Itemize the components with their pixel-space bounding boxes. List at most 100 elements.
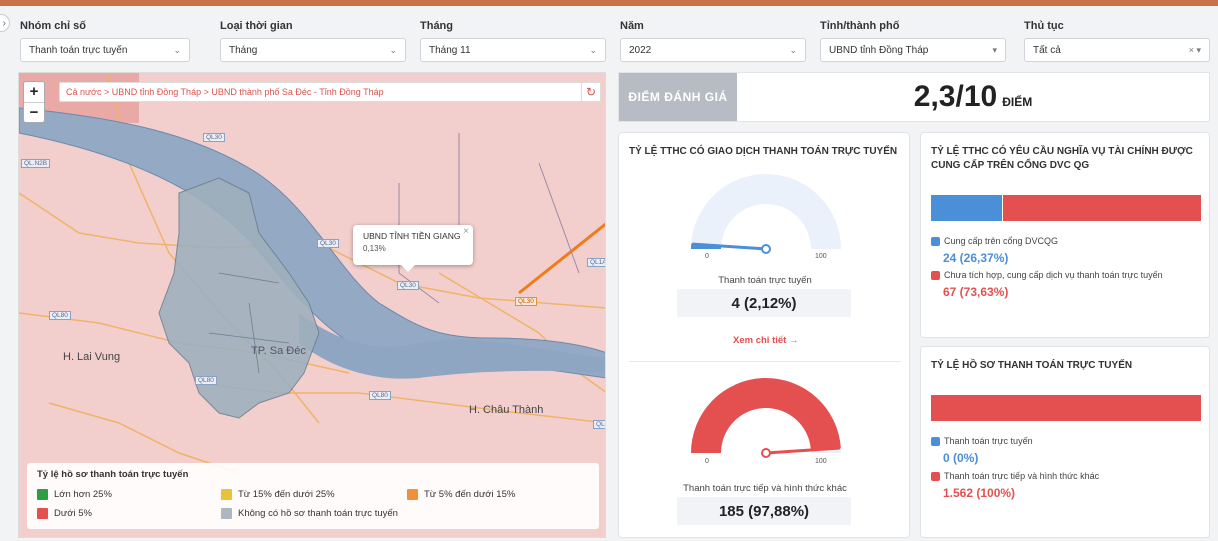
gauge-max-label: 100 <box>815 253 827 260</box>
view-details-link[interactable]: Xem chi tiết → <box>733 335 798 346</box>
legend-item: Dưới 5% <box>37 508 92 519</box>
road-label: QL80 <box>195 376 217 385</box>
score-label: ĐIỂM ĐÁNH GIÁ <box>619 73 737 121</box>
popup-title: UBND TỈNH TIỀN GIANG <box>363 231 461 241</box>
province-select[interactable]: UBND tỉnh Đồng Tháp ▾ <box>820 38 1006 62</box>
filter-label: Thủ tục <box>1024 20 1064 32</box>
refresh-icon[interactable]: ↻ <box>581 82 601 102</box>
legend-swatch <box>931 471 940 481</box>
offline-gauge <box>691 377 841 458</box>
card-title: TỶ LỆ HỒ SƠ THANH TOÁN TRỰC TUYẾN <box>931 360 1133 371</box>
card-title: TỶ LỆ TTHC CÓ GIAO DỊCH THANH TOÁN TRỰC … <box>629 146 898 157</box>
filter-month: Tháng Tháng 11 ⌄ <box>420 20 606 62</box>
legend-swatch <box>221 489 232 500</box>
legend-label: Dưới 5% <box>54 508 92 519</box>
legend-label: Không có hồ sơ thanh toán trực tuyến <box>238 508 398 519</box>
year-select[interactable]: 2022 ⌄ <box>620 38 806 62</box>
zoom-in-button[interactable]: + <box>24 82 44 102</box>
road-label: QL30 <box>397 281 419 290</box>
gauge-value: 185 (97,88%) <box>677 497 851 525</box>
stacked-bar <box>931 195 1201 221</box>
legend-item: Cung cấp trên cổng DVCQG <box>931 236 1058 246</box>
top-accent-bar <box>0 0 1218 6</box>
select-value: Tháng 11 <box>429 44 471 56</box>
chevron-down-icon: ▾ <box>992 44 997 55</box>
legend-swatch <box>931 270 940 280</box>
legend-label: Cung cấp trên cổng DVCQG <box>944 236 1059 246</box>
road-label: QL.N2B <box>21 159 51 168</box>
legend-title: Tỷ lệ hồ sơ thanh toán trực tuyến <box>37 469 189 480</box>
road-label: QL1A <box>587 258 605 267</box>
score-value-box: 2,3/10 ĐIỂM <box>737 73 1209 121</box>
time-type-select[interactable]: Tháng ⌄ <box>220 38 406 62</box>
filter-indicator-group: Nhóm chỉ số Thanh toán trực tuyến ⌄ <box>20 20 190 62</box>
legend-value: 67 (73,63%) <box>943 285 1009 299</box>
score-value: 2,3/10 <box>913 80 998 113</box>
chevron-down-icon: ⌄ <box>173 44 181 55</box>
select-value: 2022 <box>629 44 652 56</box>
road-label: QL54 <box>593 420 605 429</box>
legend-swatch <box>931 236 940 246</box>
chevron-down-icon: ⌄ <box>389 44 397 55</box>
map-breadcrumb[interactable]: Cả nước > UBND tỉnh Đồng Tháp > UBND thà… <box>59 82 593 102</box>
procedure-select[interactable]: Tất cả × ▾ <box>1024 38 1210 62</box>
bar-segment-not-integrated <box>1002 195 1201 221</box>
legend-label: Lớn hơn 25% <box>54 489 112 500</box>
legend-swatch <box>37 489 48 500</box>
score-banner: ĐIỂM ĐÁNH GIÁ 2,3/10 ĐIỂM <box>618 72 1210 122</box>
place-label-sa-dec: TP. Sa Đéc <box>251 345 306 357</box>
gauge-label: Thanh toán trực tiếp và hình thức khác <box>683 483 847 494</box>
gauge-label: Thanh toán trực tuyến <box>718 275 812 286</box>
filter-label: Tháng <box>420 20 453 32</box>
popup-close-icon[interactable]: × <box>463 226 469 237</box>
filter-bar: Nhóm chỉ số Thanh toán trực tuyến ⌄ Loại … <box>20 20 1210 62</box>
zoom-control: + − <box>23 81 45 123</box>
online-transaction-card: TỶ LỆ TTHC CÓ GIAO DỊCH THANH TOÁN TRỰC … <box>618 132 910 538</box>
legend-value: 24 (26,37%) <box>943 251 1009 265</box>
legend-item: Thanh toán trực tiếp và hình thức khác <box>931 471 1099 481</box>
indicator-group-select[interactable]: Thanh toán trực tuyến ⌄ <box>20 38 190 62</box>
legend-item: Từ 5% đến dưới 15% <box>407 489 515 500</box>
dossier-online-card: TỶ LỆ HỒ SƠ THANH TOÁN TRỰC TUYẾN Thanh … <box>920 346 1210 538</box>
legend-swatch <box>221 508 232 519</box>
gauge-min-label: 0 <box>705 253 709 260</box>
filter-label: Nhóm chỉ số <box>20 20 87 32</box>
popup-value: 0,13% <box>363 244 386 253</box>
legend-label: Từ 15% đến dưới 25% <box>238 489 335 500</box>
online-gauge <box>691 174 841 254</box>
month-select[interactable]: Tháng 11 ⌄ <box>420 38 606 62</box>
finance-obligation-card: TỶ LỆ TTHC CÓ YÊU CẦU NGHĨA VỤ TÀI CHÍNH… <box>920 132 1210 338</box>
gauge-max-label: 100 <box>815 458 827 465</box>
map-panel[interactable]: + − Cả nước > UBND tỉnh Đồng Tháp > UBND… <box>18 72 606 538</box>
road-label: QL80 <box>369 391 391 400</box>
filter-label: Tỉnh/thành phố <box>820 20 900 32</box>
legend-swatch <box>931 436 940 446</box>
legend-label: Thanh toán trực tiếp và hình thức khác <box>944 471 1100 481</box>
select-value: UBND tỉnh Đồng Tháp <box>829 44 929 56</box>
place-label-lai-vung: H. Lai Vung <box>63 351 121 363</box>
sidebar-toggle-icon[interactable]: › <box>0 14 10 32</box>
bar-segment-portal <box>931 195 1002 221</box>
gauge-hub <box>761 448 771 458</box>
legend-item: Chưa tích hợp, cung cấp dịch vụ thanh to… <box>931 270 1163 280</box>
clear-and-chevron-icon[interactable]: × ▾ <box>1189 45 1201 56</box>
gauge-value: 4 (2,12%) <box>677 289 851 317</box>
chevron-down-icon: ⌄ <box>589 44 597 55</box>
legend-item: Lớn hơn 25% <box>37 489 112 500</box>
road-label: QL30 <box>317 239 339 248</box>
filter-time-type: Loại thời gian Tháng ⌄ <box>220 20 406 62</box>
select-value: Tất cả <box>1033 44 1061 56</box>
place-label-chau-thanh: H. Châu Thành <box>469 404 544 416</box>
zoom-out-button[interactable]: − <box>24 102 44 122</box>
bar-segment-direct <box>931 395 1201 421</box>
gauge-hub <box>761 244 771 254</box>
filter-province: Tỉnh/thành phố UBND tỉnh Đồng Tháp ▾ <box>820 20 1006 62</box>
filter-procedure: Thủ tục Tất cả × ▾ <box>1024 20 1210 62</box>
gauge-track <box>691 174 841 249</box>
chevron-down-icon: ⌄ <box>789 44 797 55</box>
legend-label: Chưa tích hợp, cung cấp dịch vụ thanh to… <box>944 270 1163 280</box>
select-value: Tháng <box>229 44 258 56</box>
legend-label: Thanh toán trực tuyến <box>944 436 1033 446</box>
legend-item: Không có hồ sơ thanh toán trực tuyến <box>221 508 398 519</box>
filter-label: Năm <box>620 20 644 32</box>
